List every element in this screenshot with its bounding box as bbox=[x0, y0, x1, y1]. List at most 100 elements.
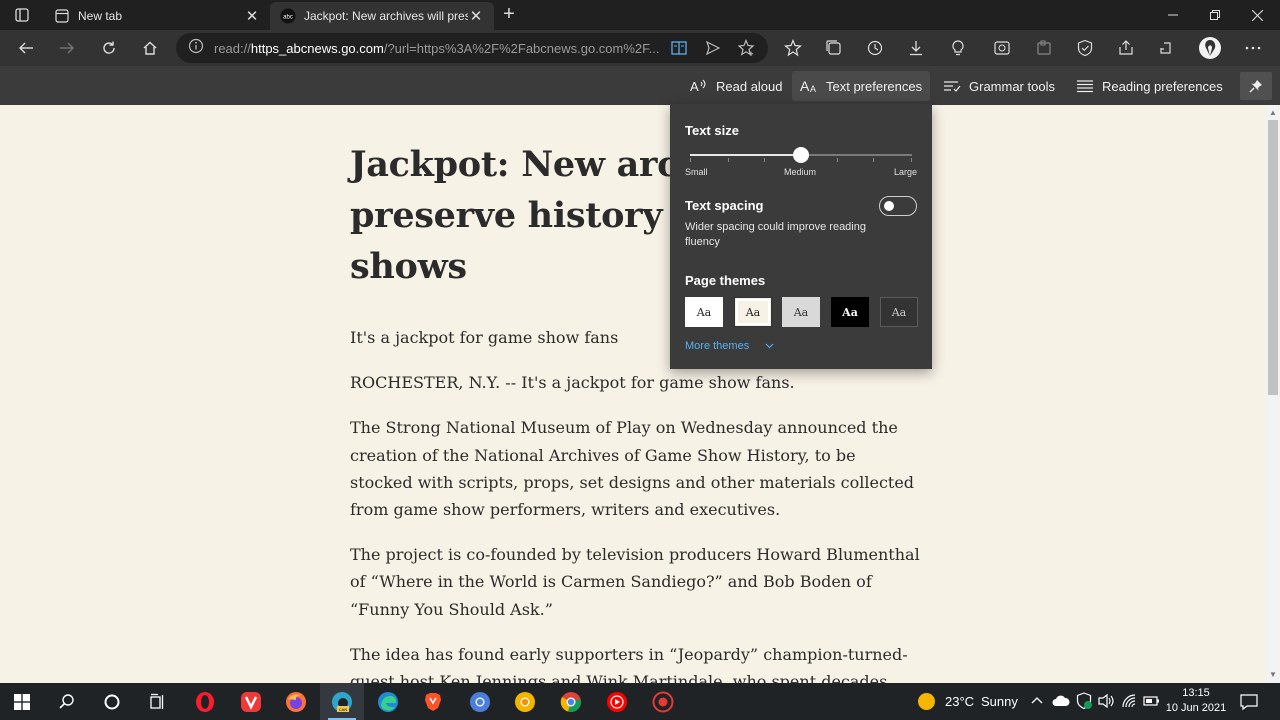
reader-content: Jackpot: New arch preserve history o sho… bbox=[0, 105, 1266, 683]
taskbar-app-opera[interactable] bbox=[183, 683, 227, 720]
taskbar-clock[interactable]: 13:15 10 Jun 2021 bbox=[1164, 686, 1228, 716]
taskbar-app-chrome-blue[interactable] bbox=[458, 683, 502, 720]
slider-label-large: Large bbox=[894, 167, 918, 177]
slider-tick bbox=[911, 158, 912, 162]
extension-button-2[interactable] bbox=[1030, 34, 1058, 62]
taskbar-app-edge[interactable] bbox=[366, 683, 410, 720]
task-view-button[interactable] bbox=[135, 683, 179, 720]
svg-text:A: A bbox=[690, 79, 699, 94]
battery-power-icon[interactable] bbox=[1143, 694, 1161, 713]
pin-toolbar-button[interactable] bbox=[1240, 72, 1272, 100]
forward-arrow-icon bbox=[60, 42, 74, 54]
downloads-button[interactable] bbox=[902, 34, 930, 62]
back-button[interactable] bbox=[12, 34, 40, 62]
extension-icon bbox=[994, 41, 1010, 55]
scroll-up-arrow-icon[interactable]: ▲ bbox=[1269, 109, 1277, 117]
close-tab-icon[interactable]: ✕ bbox=[468, 8, 484, 25]
grammar-tools-label: Grammar tools bbox=[969, 78, 1055, 94]
task-view-icon bbox=[150, 693, 164, 709]
start-button[interactable] bbox=[0, 683, 44, 720]
more-themes-link[interactable]: More themes bbox=[685, 340, 774, 352]
windows-logo-icon bbox=[14, 693, 30, 710]
history-button[interactable] bbox=[861, 34, 889, 62]
slider-label-medium: Medium bbox=[784, 167, 817, 177]
extension-button-1[interactable] bbox=[988, 34, 1016, 62]
send-icon[interactable] bbox=[704, 39, 722, 57]
grammar-tools-button[interactable]: Grammar tools bbox=[935, 71, 1063, 101]
slider-tick bbox=[690, 158, 691, 162]
tab-strip: New tab ✕ abc Jackpot: New archives will… bbox=[0, 0, 1280, 30]
url-text[interactable]: read://https_abcnews.go.com/?url=https%3… bbox=[214, 41, 664, 56]
close-tab-icon[interactable]: ✕ bbox=[244, 8, 260, 25]
reading-preferences-button[interactable]: Reading preferences bbox=[1068, 71, 1231, 101]
new-tab-button[interactable]: + bbox=[498, 4, 520, 26]
cortana-button[interactable] bbox=[90, 683, 134, 720]
search-button[interactable] bbox=[45, 683, 89, 720]
scrollbar-thumb[interactable] bbox=[1268, 120, 1278, 395]
address-bar[interactable]: read://https_abcnews.go.com/?url=https%3… bbox=[176, 33, 768, 63]
page-theme-swatch[interactable]: Aa bbox=[734, 297, 772, 327]
collections-button[interactable] bbox=[820, 34, 848, 62]
clock-date: 10 Jun 2021 bbox=[1165, 702, 1227, 714]
taskbar-app-chrome[interactable] bbox=[549, 683, 593, 720]
taskbar-app-firefox[interactable] bbox=[274, 683, 318, 720]
text-preferences-icon: AA bbox=[800, 78, 818, 94]
security-shield-icon[interactable] bbox=[1076, 692, 1092, 715]
home-button[interactable] bbox=[136, 34, 164, 62]
page-theme-swatch[interactable]: Aa bbox=[685, 297, 723, 327]
chromium-icon bbox=[470, 691, 490, 712]
add-favorite-icon[interactable] bbox=[738, 39, 756, 57]
tab-new-tab[interactable]: New tab ✕ bbox=[44, 2, 270, 30]
taskbar-app-chrome-canary[interactable] bbox=[503, 683, 547, 720]
grammar-tools-icon bbox=[943, 79, 961, 93]
windows-taskbar: CAN 23°C Sunny 13:15 10 Jun 2021 bbox=[0, 683, 1280, 720]
close-icon bbox=[1251, 9, 1263, 21]
immersive-reader-icon[interactable] bbox=[670, 39, 688, 57]
svg-text:A: A bbox=[800, 78, 810, 94]
taskbar-app-recorder[interactable] bbox=[641, 683, 685, 720]
tab-article[interactable]: abc Jackpot: New archives will preser ✕ bbox=[270, 2, 494, 30]
taskbar-app-brave[interactable] bbox=[411, 683, 455, 720]
page-theme-swatch[interactable]: Aa bbox=[782, 297, 820, 327]
page-theme-swatch[interactable]: Aa bbox=[831, 297, 869, 327]
minimize-button[interactable] bbox=[1150, 0, 1196, 30]
page-theme-swatch[interactable]: Aa bbox=[880, 297, 918, 327]
refresh-button[interactable] bbox=[95, 34, 123, 62]
favorites-icon bbox=[784, 39, 802, 57]
extension-lightbulb-button[interactable] bbox=[944, 34, 972, 62]
taskbar-app-vivaldi[interactable] bbox=[229, 683, 273, 720]
refresh-icon bbox=[103, 41, 115, 54]
forward-button[interactable] bbox=[53, 34, 81, 62]
text-size-slider-thumb[interactable] bbox=[793, 147, 809, 163]
taskbar-app-youtube-music[interactable] bbox=[595, 683, 639, 720]
network-wifi-icon[interactable] bbox=[1121, 693, 1139, 714]
close-window-button[interactable] bbox=[1234, 0, 1280, 30]
info-icon[interactable] bbox=[188, 38, 204, 59]
avatar bbox=[1199, 37, 1221, 59]
tab-actions-button[interactable] bbox=[8, 5, 36, 25]
show-hidden-icons-chevron-up-icon[interactable] bbox=[1031, 694, 1043, 713]
weather-icon[interactable] bbox=[917, 692, 936, 716]
weather-condition[interactable]: Sunny bbox=[981, 694, 1018, 709]
read-aloud-button[interactable]: A Read aloud bbox=[682, 71, 791, 101]
restore-button[interactable] bbox=[1192, 0, 1238, 30]
favorites-button[interactable] bbox=[779, 34, 807, 62]
settings-more-button[interactable] bbox=[1239, 34, 1267, 62]
weather-temperature[interactable]: 23°C bbox=[945, 694, 974, 709]
profile-button[interactable] bbox=[1196, 34, 1224, 62]
vertical-scrollbar[interactable]: ▲ ▼ bbox=[1266, 105, 1280, 683]
browser-essentials-button[interactable] bbox=[1071, 34, 1099, 62]
onedrive-cloud-icon[interactable] bbox=[1052, 693, 1070, 714]
article-paragraph: The project is co-founded by television … bbox=[350, 545, 920, 619]
text-spacing-toggle[interactable] bbox=[879, 196, 917, 216]
edge-canary-icon: CAN bbox=[332, 691, 352, 712]
taskbar-app-edge-canary[interactable]: CAN bbox=[320, 683, 364, 720]
volume-speaker-icon[interactable] bbox=[1097, 693, 1115, 714]
svg-text:CAN: CAN bbox=[339, 707, 348, 712]
extensions-button[interactable] bbox=[1153, 34, 1181, 62]
scroll-down-arrow-icon[interactable]: ▼ bbox=[1269, 671, 1277, 679]
text-preferences-button[interactable]: AA Text preferences bbox=[792, 71, 931, 101]
notifications-action-center-icon[interactable] bbox=[1239, 692, 1259, 717]
share-button[interactable] bbox=[1112, 34, 1140, 62]
text-size-slider-fill bbox=[690, 154, 801, 156]
